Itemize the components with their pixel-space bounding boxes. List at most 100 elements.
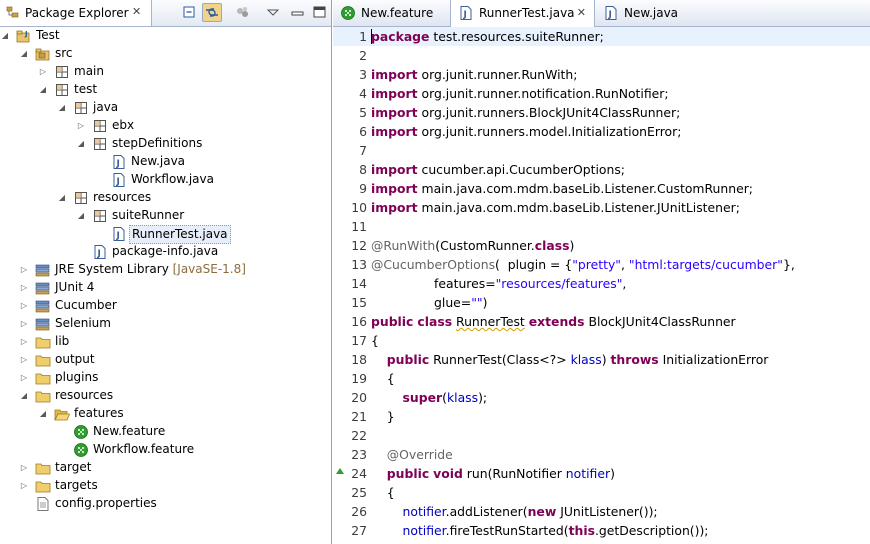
tree-item[interactable]: ◢ java <box>0 99 331 117</box>
collapsed-twisty-icon[interactable]: ▷ <box>19 477 29 495</box>
editor-tab[interactable]: New.feature <box>333 0 445 26</box>
tree-item[interactable]: ◢ suiteRunner <box>0 207 331 225</box>
link-with-editor-button[interactable] <box>202 3 222 22</box>
code-line[interactable]: 25 { <box>333 483 870 502</box>
close-icon[interactable]: ✕ <box>577 6 586 19</box>
close-icon[interactable]: ✕ <box>132 5 141 18</box>
tree-item[interactable]: ◢ src <box>0 45 331 63</box>
java-file-icon: J <box>458 5 474 21</box>
tree-item[interactable]: ▷ ebx <box>0 117 331 135</box>
code-line[interactable]: 17 { <box>333 331 870 350</box>
code-line[interactable]: 26 notifier.addListener(new JUnitListene… <box>333 502 870 521</box>
expanded-twisty-icon[interactable]: ◢ <box>38 81 48 99</box>
expanded-twisty-icon[interactable]: ◢ <box>0 27 10 45</box>
collapsed-twisty-icon[interactable]: ▷ <box>76 117 86 135</box>
collapsed-twisty-icon[interactable]: ▷ <box>19 351 29 369</box>
collapse-all-button[interactable] <box>180 3 200 22</box>
tree-item[interactable]: ◢ J Test <box>0 27 331 45</box>
code-token: import <box>371 124 418 139</box>
line-number: 27 <box>351 523 367 538</box>
collapsed-twisty-icon[interactable]: ▷ <box>38 63 48 81</box>
code-line[interactable]: 3 import org.junit.runner.RunWith; <box>333 65 870 84</box>
code-line[interactable]: 15 glue="") <box>333 293 870 312</box>
code-line[interactable]: 27 notifier.fireTestRunStarted(this.getD… <box>333 521 870 540</box>
collapsed-twisty-icon[interactable]: ▷ <box>19 315 29 333</box>
tree-item[interactable]: ▷ main <box>0 63 331 81</box>
expanded-twisty-icon[interactable]: ◢ <box>38 405 48 423</box>
package-icon <box>92 118 108 134</box>
code-line[interactable]: 19 { <box>333 369 870 388</box>
code-token: cucumber.api.CucumberOptions; <box>417 162 625 177</box>
code-line[interactable]: 2 <box>333 46 870 65</box>
code-line[interactable]: 7 <box>333 141 870 160</box>
package-icon <box>92 208 108 224</box>
collapsed-twisty-icon[interactable]: ▷ <box>19 297 29 315</box>
code-token: notifier <box>402 504 446 519</box>
project-tree[interactable]: ◢ J Test ◢ src ▷ main ◢ test ◢ java ▷ ebx ◢ stepDefini… <box>0 27 331 544</box>
view-menu-icon[interactable] <box>263 3 283 22</box>
tree-item[interactable]: ▷ lib <box>0 333 331 351</box>
code-line[interactable]: 14 features="resources/features", <box>333 274 870 293</box>
code-line[interactable]: 13 @CucumberOptions( plugin = {"pretty", … <box>333 255 870 274</box>
override-marker-icon[interactable] <box>336 468 344 474</box>
expanded-twisty-icon[interactable]: ◢ <box>76 135 86 153</box>
tree-item[interactable]: ▷ plugins <box>0 369 331 387</box>
code-line[interactable]: 4 import org.junit.runner.notification.Ru… <box>333 84 870 103</box>
collapsed-twisty-icon[interactable]: ▷ <box>19 333 29 351</box>
minimize-icon[interactable] <box>288 3 308 22</box>
tree-item[interactable]: J Workflow.java <box>0 171 331 189</box>
tree-item[interactable]: J New.java <box>0 153 331 171</box>
svg-text:J: J <box>116 159 120 169</box>
code-line[interactable]: 11 <box>333 217 870 236</box>
tree-item[interactable]: ◢ resources <box>0 189 331 207</box>
code-editor[interactable]: 1 package test.resources.suiteRunner; 2 3 im… <box>333 27 870 544</box>
tree-item[interactable]: ▷ JRE System Library [JavaSE-1.8] <box>0 261 331 279</box>
editor-tab[interactable]: J New.java <box>596 0 706 26</box>
code-line[interactable]: 8 import cucumber.api.CucumberOptions; <box>333 160 870 179</box>
expanded-twisty-icon[interactable]: ◢ <box>57 189 67 207</box>
collapsed-twisty-icon[interactable]: ▷ <box>19 261 29 279</box>
tree-item[interactable]: ▷ target <box>0 459 331 477</box>
package-explorer-tab[interactable]: Package Explorer ✕ <box>0 0 152 26</box>
editor-tab[interactable]: J RunnerTest.java ✕ <box>450 0 595 27</box>
tree-item[interactable]: Workflow.feature <box>0 441 331 459</box>
tree-item[interactable]: ▷ Selenium <box>0 315 331 333</box>
code-line[interactable]: 5 import org.junit.runners.BlockJUnit4Cla… <box>333 103 870 122</box>
maximize-icon[interactable] <box>310 3 330 22</box>
code-line[interactable]: 9 import main.java.com.mdm.baseLib.Listen… <box>333 179 870 198</box>
tree-item[interactable]: Jpackage-info.java <box>0 243 331 261</box>
code-line[interactable]: 10 import main.java.com.mdm.baseLib.Liste… <box>333 198 870 217</box>
tree-item[interactable]: New.feature <box>0 423 331 441</box>
collapsed-twisty-icon[interactable]: ▷ <box>19 369 29 387</box>
expanded-twisty-icon[interactable]: ◢ <box>57 99 67 117</box>
code-line[interactable]: 20 super(klass); <box>333 388 870 407</box>
code-line[interactable]: 22 <box>333 426 870 445</box>
expanded-twisty-icon[interactable]: ◢ <box>19 45 29 63</box>
tree-item[interactable]: ◢ resources <box>0 387 331 405</box>
tree-item[interactable]: J RunnerTest.java <box>0 225 331 244</box>
code-line[interactable]: 24 public void run(RunNotifier notifier) <box>333 464 870 483</box>
code-line[interactable]: 6 import org.junit.runners.model.Initiali… <box>333 122 870 141</box>
focus-on-active-task-icon[interactable] <box>233 3 253 22</box>
collapsed-twisty-icon[interactable]: ▷ <box>19 279 29 297</box>
code-line[interactable]: 23 @Override <box>333 445 870 464</box>
tree-item[interactable]: ▷ Cucumber <box>0 297 331 315</box>
code-line[interactable]: 21 } <box>333 407 870 426</box>
tree-item[interactable]: ▷ output <box>0 351 331 369</box>
tree-item[interactable]: ◢ stepDefinitions <box>0 135 331 153</box>
expanded-twisty-icon[interactable]: ◢ <box>19 387 29 405</box>
tree-item[interactable]: config.properties <box>0 495 331 513</box>
code-line[interactable]: 18 public RunnerTest(Class<?> klass) thr… <box>333 350 870 369</box>
svg-text:J: J <box>24 30 28 38</box>
code-line[interactable]: 12 @RunWith(CustomRunner.class) <box>333 236 870 255</box>
collapsed-twisty-icon[interactable]: ▷ <box>19 459 29 477</box>
tree-item[interactable]: ◢ features <box>0 405 331 423</box>
tree-item-label: RunnerTest.java <box>129 225 231 244</box>
code-line[interactable]: 1 package test.resources.suiteRunner; <box>333 27 870 46</box>
expanded-twisty-icon[interactable]: ◢ <box>76 207 86 225</box>
code-line[interactable]: 16 public class RunnerTest extends BlockJ… <box>333 312 870 331</box>
tree-item[interactable]: ▷ JUnit 4 <box>0 279 331 297</box>
tree-item[interactable]: ▷ targets <box>0 477 331 495</box>
tree-item[interactable]: ◢ test <box>0 81 331 99</box>
